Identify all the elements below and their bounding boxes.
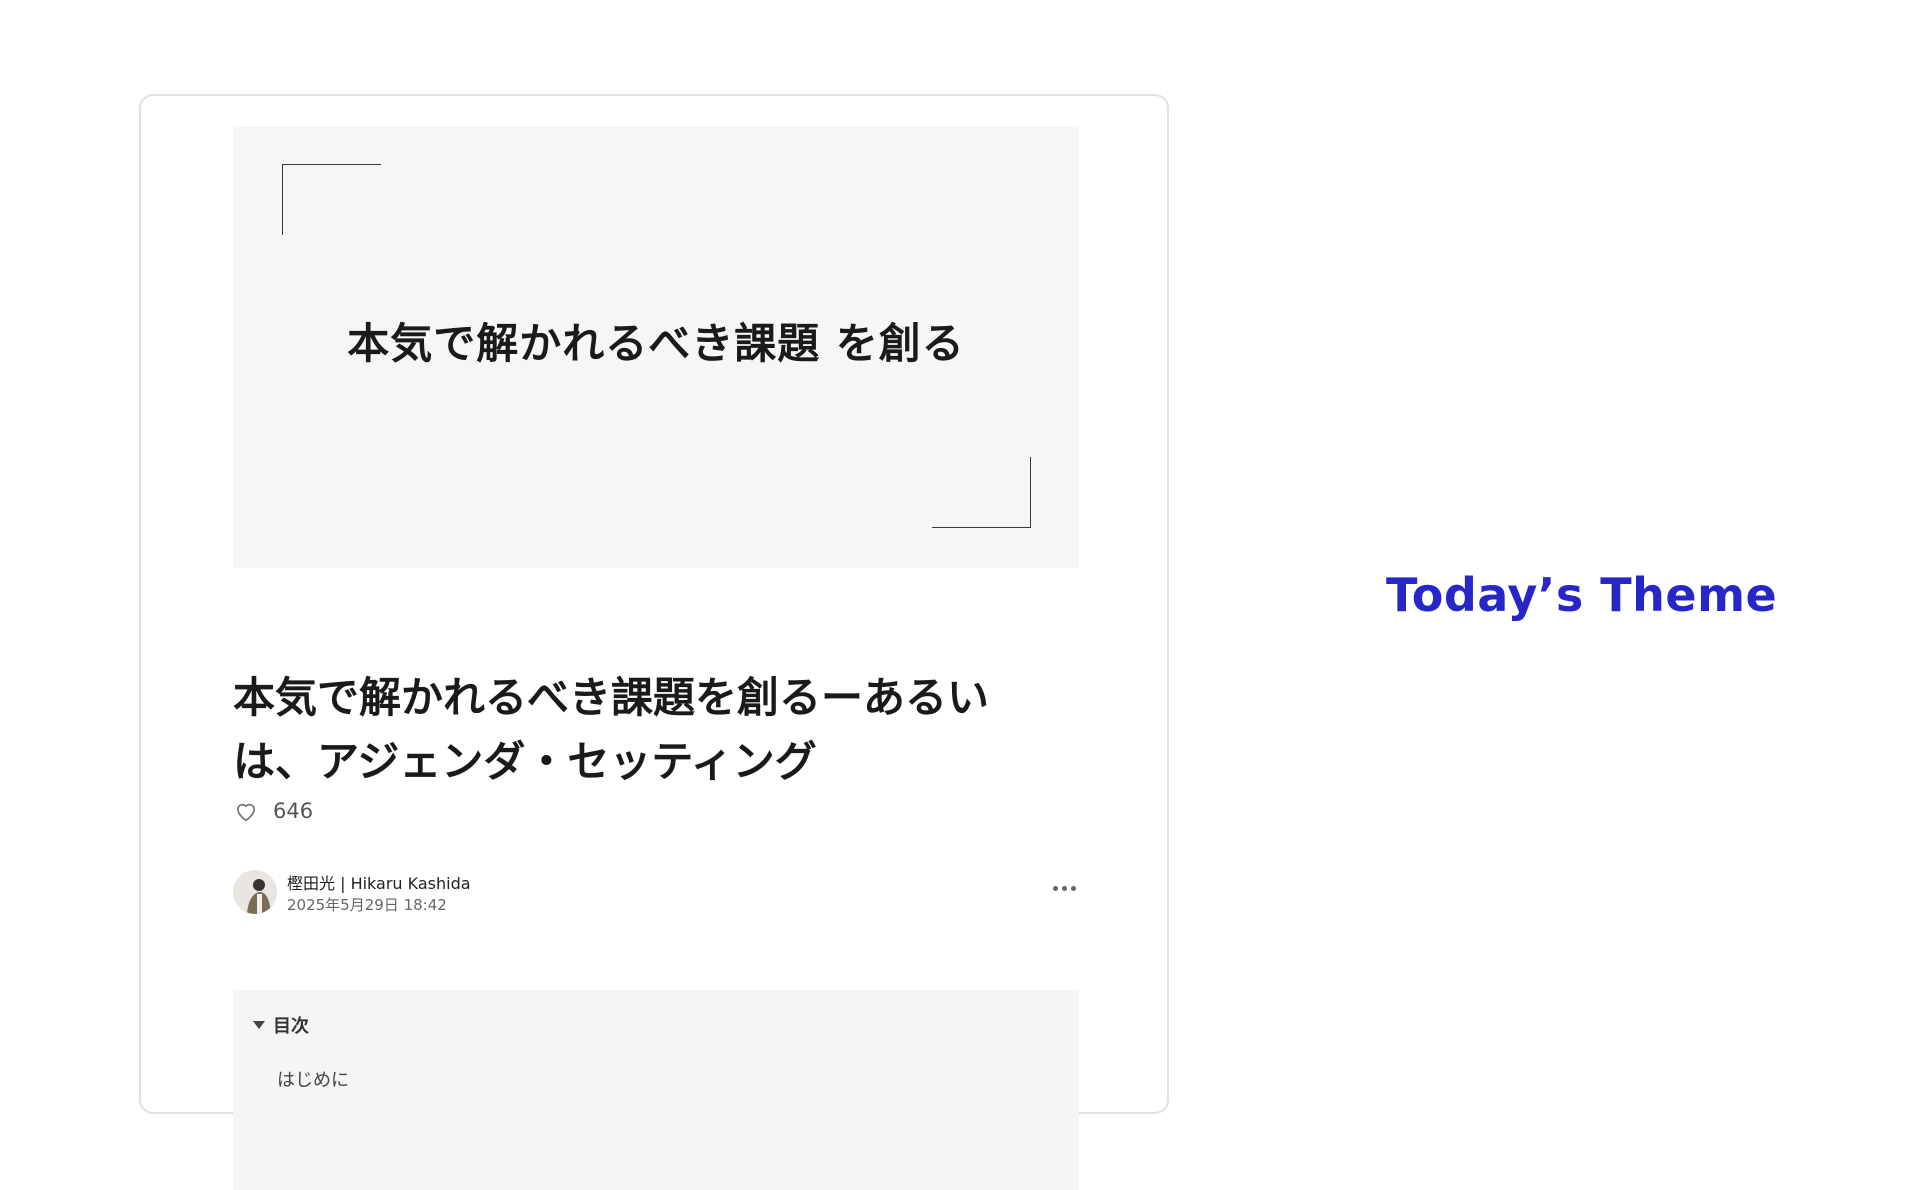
article-title: 本気で解かれるべき課題を創るーあるいは、アジェンダ・セッティング bbox=[233, 673, 990, 786]
author-row: 樫田光 | Hikaru Kashida 2025年5月29日 18:42 bbox=[233, 868, 1079, 918]
caret-down-icon bbox=[253, 1021, 265, 1029]
article-card: 本気で解かれるべき課題 を創る 本気で解かれるべき課題を創るーあるいは、アジェン… bbox=[139, 94, 1169, 1190]
theme-label: Today’s Theme bbox=[1386, 568, 1778, 622]
like-count: 646 bbox=[273, 799, 314, 823]
table-of-contents: 目次 はじめに bbox=[233, 990, 1079, 1190]
author-name[interactable]: 樫田光 | Hikaru Kashida bbox=[287, 870, 471, 894]
hero-image: 本気で解かれるべき課題 を創る bbox=[233, 126, 1079, 568]
hero-corner-bottom-right bbox=[932, 457, 1031, 528]
toc-item[interactable]: はじめに bbox=[277, 1066, 349, 1092]
post-date: 2025年5月29日 18:42 bbox=[287, 896, 447, 914]
hero-title: 本気で解かれるべき課題 を創る bbox=[347, 319, 965, 368]
toc-toggle[interactable]: 目次 bbox=[253, 1012, 309, 1038]
like-section: 646 bbox=[233, 796, 313, 826]
hero-corner-top-left bbox=[282, 164, 381, 235]
toc-label: 目次 bbox=[273, 1016, 309, 1037]
heart-icon[interactable] bbox=[233, 798, 259, 824]
more-options-icon[interactable] bbox=[1049, 876, 1079, 900]
author-avatar[interactable] bbox=[233, 870, 277, 914]
